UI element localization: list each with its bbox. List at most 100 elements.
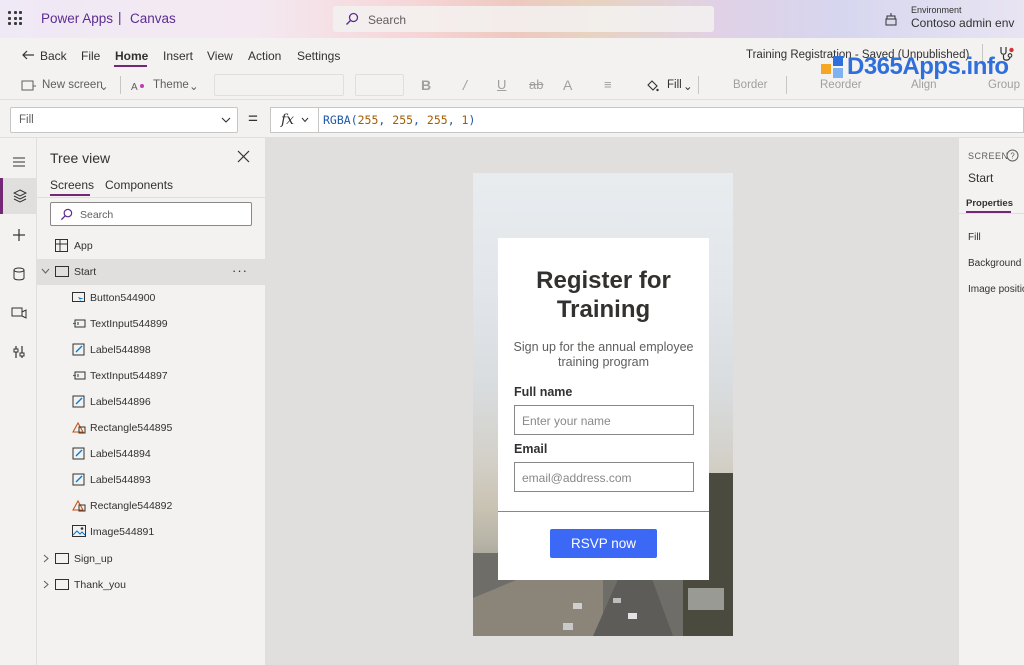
- tree-node-control[interactable]: Label544896: [37, 389, 265, 415]
- tree-node-label: Rectangle544895: [90, 422, 173, 434]
- chevron-down-icon[interactable]: ⌄: [683, 79, 693, 93]
- chevron-right-icon[interactable]: [43, 554, 50, 563]
- design-canvas[interactable]: Register for Training Sign up for the an…: [266, 138, 958, 665]
- environment-label: Environment: [911, 5, 962, 15]
- new-screen-button[interactable]: New screen: [42, 79, 103, 91]
- environment-icon[interactable]: [884, 12, 898, 26]
- full-name-input[interactable]: Enter your name: [514, 405, 694, 435]
- app-launcher-icon[interactable]: [8, 11, 22, 25]
- tree-view-layers-icon[interactable]: [0, 178, 37, 214]
- email-label[interactable]: Email: [514, 442, 547, 456]
- equals-sign: =: [248, 109, 258, 128]
- tree-node-signup-screen[interactable]: Sign_up: [37, 546, 265, 572]
- app-type: Canvas: [130, 11, 176, 26]
- rsvp-button[interactable]: RSVP now: [550, 529, 657, 558]
- font-color-icon[interactable]: A: [563, 77, 572, 93]
- property-row-image-position[interactable]: Image position: [968, 284, 1024, 295]
- back-arrow-icon[interactable]: [21, 48, 35, 62]
- property-row-fill[interactable]: Fill: [968, 232, 981, 243]
- border-button[interactable]: Border: [733, 79, 768, 91]
- bold-icon[interactable]: B: [421, 77, 431, 93]
- tree-node-label: Thank_you: [74, 579, 126, 591]
- environment-name[interactable]: Contoso admin env: [911, 16, 1014, 30]
- property-row-background-image[interactable]: Background image: [968, 258, 1024, 269]
- selected-screen-name: Start: [968, 171, 994, 185]
- fill-button[interactable]: Fill: [667, 79, 682, 91]
- help-icon[interactable]: ?: [1006, 149, 1019, 162]
- font-size-select[interactable]: [355, 74, 404, 96]
- tree-node-control[interactable]: Label544893: [37, 467, 265, 493]
- tree-node-label: Label544896: [90, 396, 151, 408]
- properties-caption: SCREEN: [968, 151, 1009, 161]
- tree-node-control[interactable]: Button544900: [37, 285, 265, 311]
- menu-insert[interactable]: Insert: [163, 49, 193, 63]
- tree-node-label: TextInput544897: [90, 370, 168, 382]
- properties-panel: SCREEN ? Start Properties Fill Backgroun…: [958, 138, 1024, 665]
- strikethrough-icon[interactable]: ab: [529, 77, 543, 92]
- global-search-input[interactable]: Search: [333, 6, 714, 32]
- tree-node-control[interactable]: TextInput544899: [37, 311, 265, 337]
- email-input[interactable]: email@address.com: [514, 462, 694, 492]
- chevron-down-icon: [221, 117, 231, 123]
- media-icon[interactable]: [0, 295, 37, 331]
- underline-icon[interactable]: U: [497, 77, 506, 92]
- italic-icon[interactable]: /: [463, 77, 467, 93]
- text-align-icon[interactable]: ≡: [604, 77, 612, 92]
- tree-node-control[interactable]: Image544891: [37, 519, 265, 545]
- menu-action[interactable]: Action: [248, 49, 281, 63]
- font-family-select[interactable]: [214, 74, 344, 96]
- tree-node-control[interactable]: Rectangle544892: [37, 493, 265, 519]
- menu-settings[interactable]: Settings: [297, 49, 340, 63]
- tree-node-control[interactable]: Label544898: [37, 337, 265, 363]
- tree-node-label: Label544894: [90, 448, 151, 460]
- tab-components[interactable]: Components: [105, 178, 173, 192]
- chevron-down-icon[interactable]: [41, 268, 50, 275]
- tree-node-app[interactable]: App: [37, 233, 265, 259]
- property-value: Fill: [19, 114, 34, 126]
- tree-view-panel: Tree view Screens Components Search App …: [37, 138, 266, 665]
- property-dropdown[interactable]: Fill: [10, 107, 238, 133]
- search-icon: [346, 12, 359, 25]
- tree-node-thankyou-screen[interactable]: Thank_you: [37, 572, 265, 598]
- tree-node-control[interactable]: Label544894: [37, 441, 265, 467]
- menu-file[interactable]: File: [81, 49, 100, 63]
- chevron-down-icon[interactable]: ⌄: [189, 79, 199, 93]
- chevron-down-icon[interactable]: ⌄: [99, 79, 109, 93]
- start-screen-preview[interactable]: Register for Training Sign up for the an…: [473, 173, 733, 636]
- insert-plus-icon[interactable]: [0, 217, 37, 253]
- watermark-logo-mark: [821, 56, 843, 78]
- full-name-label[interactable]: Full name: [514, 385, 572, 399]
- theme-button[interactable]: Theme: [153, 79, 189, 91]
- tree-node-start-screen[interactable]: Start ···: [37, 259, 265, 285]
- tree-search-input[interactable]: Search: [50, 202, 252, 226]
- card-title[interactable]: Register for Training: [498, 266, 709, 324]
- close-icon[interactable]: [237, 150, 250, 163]
- tree-node-label: Start: [74, 266, 97, 278]
- tree-node-control[interactable]: Rectangle544895: [37, 415, 265, 441]
- menu-view[interactable]: View: [207, 49, 233, 63]
- more-options-icon[interactable]: ···: [232, 263, 248, 278]
- theme-icon: A: [131, 82, 144, 92]
- chevron-right-icon[interactable]: [43, 580, 50, 589]
- registration-card[interactable]: Register for Training Sign up for the an…: [498, 238, 709, 580]
- hamburger-menu-icon[interactable]: [0, 144, 37, 180]
- tab-properties[interactable]: Properties: [966, 198, 1013, 209]
- menu-home[interactable]: Home: [115, 49, 148, 63]
- formula-input[interactable]: RGBA(255, 255, 255, 1): [318, 107, 1024, 133]
- label-icon: [72, 395, 85, 408]
- data-cylinder-icon[interactable]: [0, 256, 37, 292]
- left-rail: [0, 138, 37, 665]
- svg-text:?: ?: [1010, 152, 1015, 161]
- tree-node-label: TextInput544899: [90, 318, 168, 330]
- back-button[interactable]: Back: [40, 49, 67, 63]
- fx-button[interactable]: fx: [270, 107, 318, 133]
- card-divider: [498, 511, 709, 512]
- tree-node-control[interactable]: TextInput544897: [37, 363, 265, 389]
- active-tab-indicator: [50, 194, 90, 196]
- app-name[interactable]: Power Apps: [41, 11, 113, 26]
- tab-screens[interactable]: Screens: [50, 178, 94, 192]
- screen-icon: [55, 553, 69, 564]
- watermark-text: D365Apps.info: [847, 53, 1009, 80]
- card-subtitle[interactable]: Sign up for the annual employee training…: [508, 340, 699, 370]
- advanced-tools-icon[interactable]: [0, 334, 37, 370]
